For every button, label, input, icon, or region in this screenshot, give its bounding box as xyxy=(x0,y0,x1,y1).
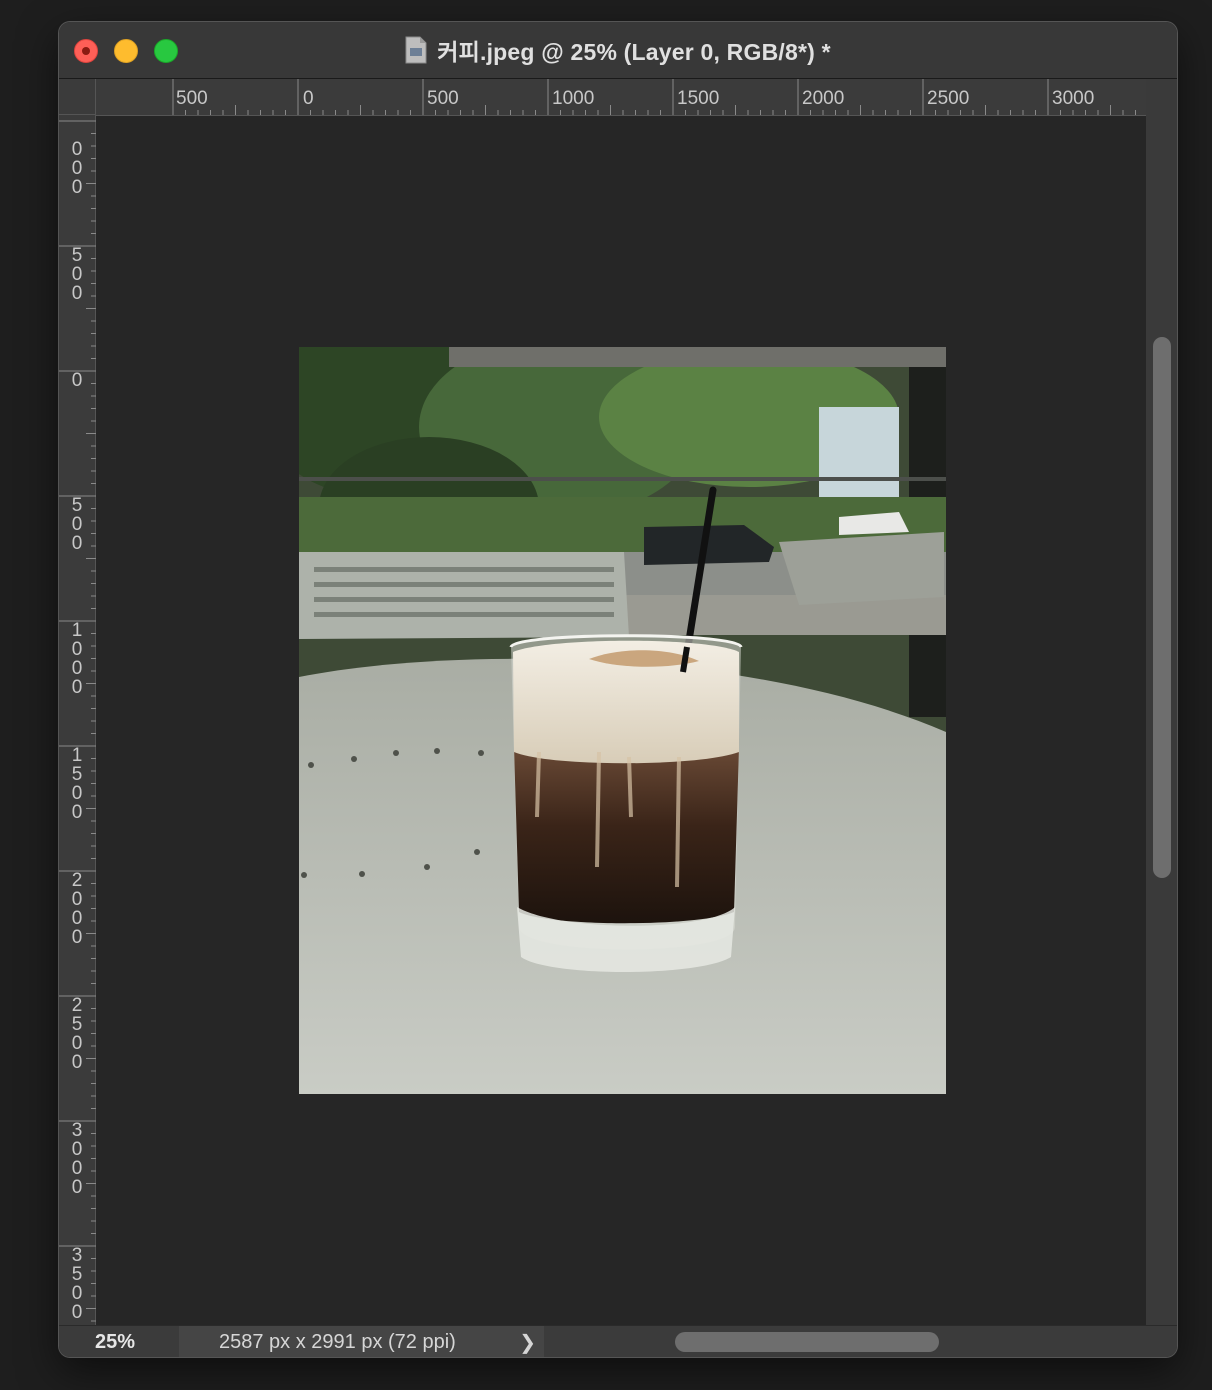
ruler-h-label: 500 xyxy=(427,88,459,109)
ruler-h-label: 1500 xyxy=(677,88,720,109)
canvas-area[interactable] xyxy=(96,116,1146,1325)
ruler-v-label: 0 xyxy=(71,370,83,391)
ruler-v-label: 1500 xyxy=(71,745,83,823)
ruler-h-label: 2500 xyxy=(927,88,970,109)
status-bar: 25% 2587 px x 2991 px (72 ppi) ❯ xyxy=(59,1325,1177,1357)
vertical-scroll-thumb[interactable] xyxy=(1153,337,1171,878)
ruler-h-label: 500 xyxy=(176,88,208,109)
document-image[interactable] xyxy=(299,347,946,1094)
ruler-v-label: 1000 xyxy=(71,620,83,698)
ruler-v-label: 000 xyxy=(71,139,83,198)
document-info[interactable]: 2587 px x 2991 px (72 ppi) ❯ xyxy=(179,1326,544,1357)
ruler-h-label: 1000 xyxy=(552,88,595,109)
ruler-h-label: 3000 xyxy=(1052,88,1095,109)
ruler-v-label: 2500 xyxy=(71,995,83,1073)
title-bar[interactable]: 커피.jpeg @ 25% (Layer 0, RGB/8*) * xyxy=(59,22,1177,79)
horizontal-scroll-thumb[interactable] xyxy=(675,1332,939,1352)
zoom-level[interactable]: 25% xyxy=(95,1331,135,1354)
document-icon xyxy=(405,36,427,64)
vertical-scrollbar[interactable] xyxy=(1146,79,1177,1325)
ruler-corner[interactable] xyxy=(59,79,96,115)
vertical-ruler[interactable]: 000 500 0 500 1000 1500 2000 2500 3000 3… xyxy=(59,115,96,1325)
document-window: 커피.jpeg @ 25% (Layer 0, RGB/8*) * 500 0 … xyxy=(59,22,1177,1357)
ruler-h-label: 2000 xyxy=(802,88,845,109)
chevron-right-icon[interactable]: ❯ xyxy=(519,1330,536,1355)
ruler-v-label: 3000 xyxy=(71,1120,83,1198)
ruler-v-label: 500 xyxy=(71,495,83,554)
ruler-v-label: 3500 xyxy=(71,1245,83,1323)
document-size: 2587 px x 2991 px (72 ppi) xyxy=(219,1331,456,1353)
ruler-h-label: 0 xyxy=(303,88,314,109)
ruler-v-label: 2000 xyxy=(71,870,83,948)
ruler-v-label: 500 xyxy=(71,245,83,304)
window-title: 커피.jpeg @ 25% (Layer 0, RGB/8*) * xyxy=(437,39,831,65)
horizontal-ruler[interactable]: 500 0 500 1000 1500 2000 2500 3000 xyxy=(96,79,1146,116)
